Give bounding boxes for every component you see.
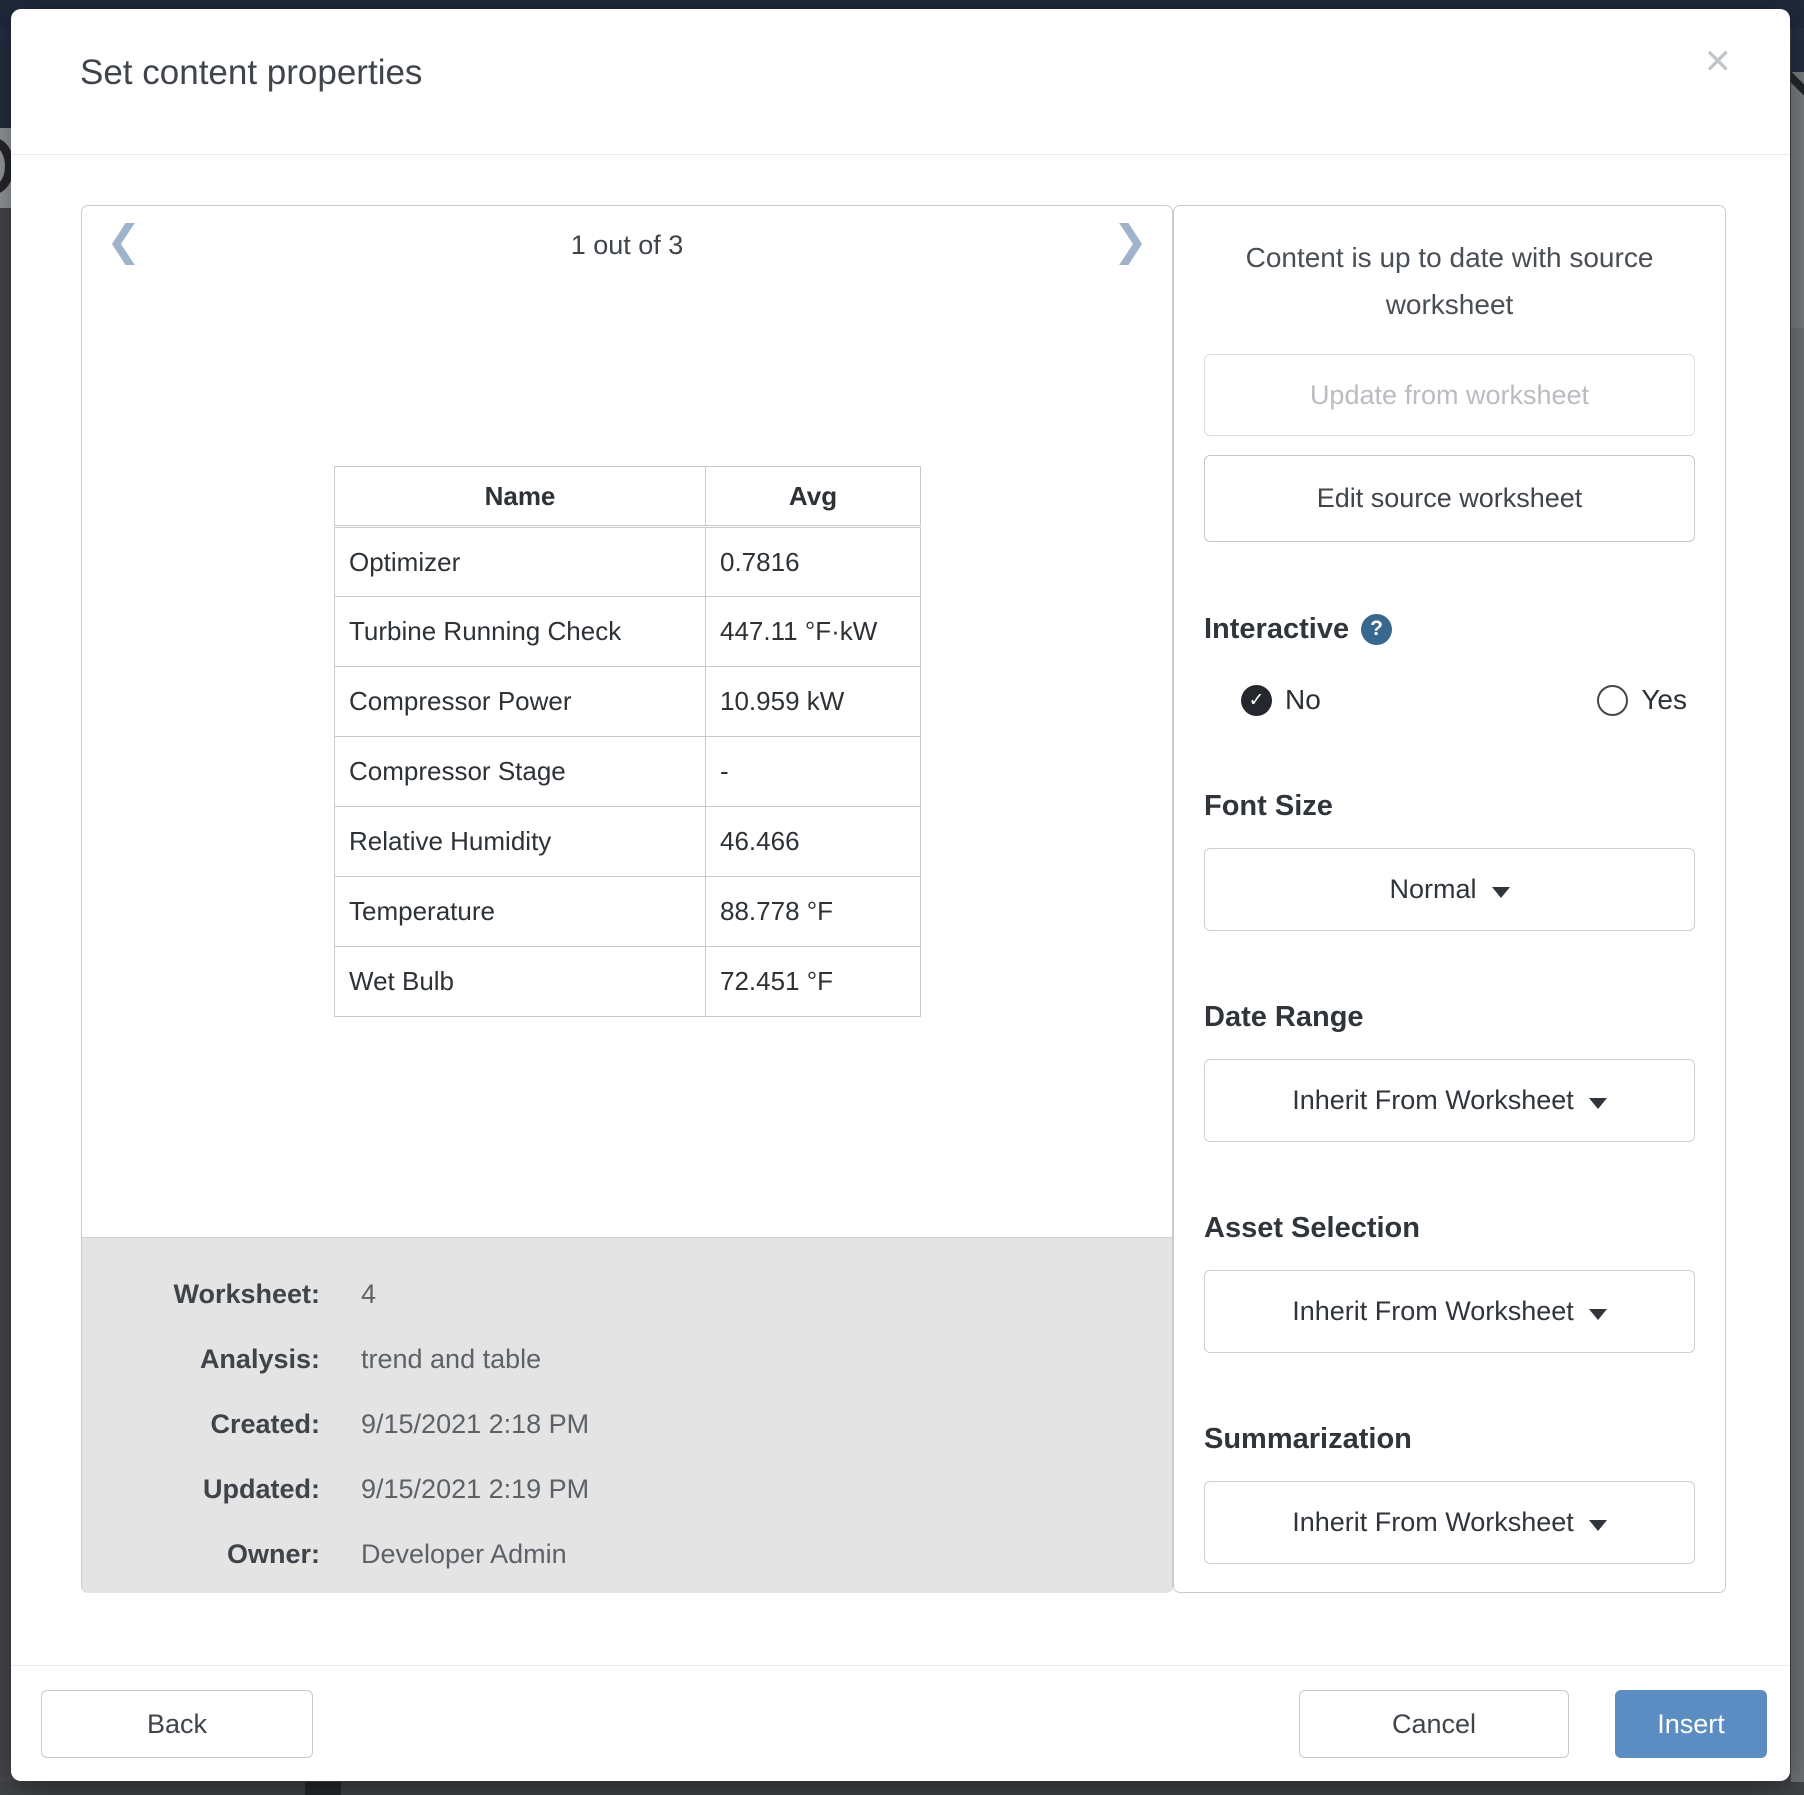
table-header-avg: Avg — [706, 467, 921, 527]
table-cell-avg: 46.466 — [706, 807, 921, 877]
interactive-section-heading: Interactive ? — [1204, 611, 1695, 647]
asset-selection-dropdown[interactable]: Inherit From Worksheet — [1204, 1270, 1695, 1353]
carousel-page-count: 1 out of 3 — [82, 230, 1172, 261]
background-right-lower-fragment — [1791, 328, 1804, 1782]
table-cell-avg: 72.451 °F — [706, 947, 921, 1017]
table-cell-name: Compressor Stage — [335, 737, 706, 807]
close-icon[interactable]: ✕ — [1704, 45, 1733, 79]
metadata-row-worksheet: Worksheet: 4 — [82, 1262, 1172, 1327]
interactive-radio-group: ✓ No Yes — [1204, 683, 1695, 717]
interactive-label: Interactive — [1204, 611, 1349, 647]
table-cell-avg: 10.959 kW — [706, 667, 921, 737]
sync-status-text: Content is up to date with source worksh… — [1204, 234, 1695, 328]
dialog-footer: Back Cancel Insert — [11, 1665, 1790, 1781]
table-row: Wet Bulb 72.451 °F — [335, 947, 921, 1017]
background-left-content-fragment — [0, 128, 11, 208]
metadata-label: Worksheet: — [82, 1279, 320, 1310]
metadata-value: 9/15/2021 2:19 PM — [361, 1474, 589, 1505]
date-range-heading: Date Range — [1204, 999, 1695, 1035]
set-content-properties-dialog: Set content properties ✕ ❮ 1 out of 3 ❯ … — [11, 9, 1790, 1781]
table-header-row: Name Avg — [335, 467, 921, 527]
table-row: Temperature 88.778 °F — [335, 877, 921, 947]
interactive-no-option[interactable]: ✓ No — [1241, 684, 1321, 716]
summarization-value: Inherit From Worksheet — [1292, 1507, 1574, 1538]
metadata-row-analysis: Analysis: trend and table — [82, 1327, 1172, 1392]
table-row: Optimizer 0.7816 — [335, 527, 921, 597]
content-options-panel: Content is up to date with source worksh… — [1173, 205, 1726, 1593]
metadata-row-owner: Owner: Developer Admin — [82, 1522, 1172, 1587]
table-cell-avg: 447.11 °F·kW — [706, 597, 921, 667]
dialog-title: Set content properties — [80, 53, 422, 93]
table-header-name: Name — [335, 467, 706, 527]
edit-source-worksheet-button[interactable]: Edit source worksheet — [1204, 455, 1695, 542]
worksheet-metadata-panel: Worksheet: 4 Analysis: trend and table C… — [82, 1237, 1172, 1593]
background-right-nav-fragment — [1791, 28, 1804, 72]
update-from-worksheet-button[interactable]: Update from worksheet — [1204, 354, 1695, 436]
dialog-header: Set content properties ✕ — [11, 9, 1790, 155]
background-left-nav-fragment — [0, 28, 11, 128]
insert-button[interactable]: Insert — [1615, 1690, 1767, 1758]
back-button[interactable]: Back — [41, 1690, 313, 1758]
summarization-heading: Summarization — [1204, 1421, 1695, 1457]
summarization-dropdown[interactable]: Inherit From Worksheet — [1204, 1481, 1695, 1564]
radio-unchecked-icon[interactable] — [1597, 685, 1628, 716]
caret-down-icon — [1589, 1309, 1607, 1320]
metadata-label: Analysis: — [82, 1344, 320, 1375]
background-right-slash-fragment — [1791, 71, 1804, 98]
background-right-sliver — [1791, 28, 1804, 1782]
font-size-heading: Font Size — [1204, 788, 1695, 824]
metadata-row-created: Created: 9/15/2021 2:18 PM — [82, 1392, 1172, 1457]
date-range-value: Inherit From Worksheet — [1292, 1085, 1574, 1116]
table-cell-name: Compressor Power — [335, 667, 706, 737]
metadata-value: 4 — [361, 1279, 376, 1310]
asset-selection-value: Inherit From Worksheet — [1292, 1296, 1574, 1327]
metadata-value: trend and table — [361, 1344, 541, 1375]
chevron-right-icon[interactable]: ❯ — [1113, 220, 1148, 262]
caret-down-icon — [1492, 887, 1510, 898]
radio-checked-icon[interactable]: ✓ — [1241, 685, 1272, 716]
table-cell-name: Temperature — [335, 877, 706, 947]
content-preview-panel: ❮ 1 out of 3 ❯ Name Avg Optimizer 0.7816… — [81, 205, 1173, 1593]
caret-down-icon — [1589, 1098, 1607, 1109]
table-cell-name: Optimizer — [335, 527, 706, 597]
background-bottom-strip — [0, 1782, 1804, 1795]
table-row: Compressor Stage - — [335, 737, 921, 807]
interactive-yes-option[interactable]: Yes — [1597, 684, 1687, 716]
date-range-dropdown[interactable]: Inherit From Worksheet — [1204, 1059, 1695, 1142]
metadata-value: Developer Admin — [361, 1539, 567, 1570]
metadata-row-updated: Updated: 9/15/2021 2:19 PM — [82, 1457, 1172, 1522]
table-row: Relative Humidity 46.466 — [335, 807, 921, 877]
table-row: Turbine Running Check 447.11 °F·kW — [335, 597, 921, 667]
font-size-value: Normal — [1389, 874, 1476, 905]
metadata-label: Updated: — [82, 1474, 320, 1505]
interactive-yes-label: Yes — [1641, 684, 1687, 716]
metadata-label: Created: — [82, 1409, 320, 1440]
asset-selection-heading: Asset Selection — [1204, 1210, 1695, 1246]
preview-table: Name Avg Optimizer 0.7816 Turbine Runnin… — [334, 466, 921, 1017]
metadata-value: 9/15/2021 2:18 PM — [361, 1409, 589, 1440]
table-cell-avg: 0.7816 — [706, 527, 921, 597]
metadata-label: Owner: — [82, 1539, 320, 1570]
table-cell-avg: 88.778 °F — [706, 877, 921, 947]
table-cell-name: Relative Humidity — [335, 807, 706, 877]
background-bottom-dark-block — [305, 1782, 341, 1795]
table-cell-name: Turbine Running Check — [335, 597, 706, 667]
font-size-dropdown[interactable]: Normal — [1204, 848, 1695, 931]
table-row: Compressor Power 10.959 kW — [335, 667, 921, 737]
background-left-sliver — [0, 28, 11, 1782]
interactive-no-label: No — [1285, 684, 1321, 716]
help-icon[interactable]: ? — [1361, 614, 1392, 645]
caret-down-icon — [1589, 1520, 1607, 1531]
cancel-button[interactable]: Cancel — [1299, 1690, 1569, 1758]
table-cell-avg: - — [706, 737, 921, 807]
table-cell-name: Wet Bulb — [335, 947, 706, 1017]
